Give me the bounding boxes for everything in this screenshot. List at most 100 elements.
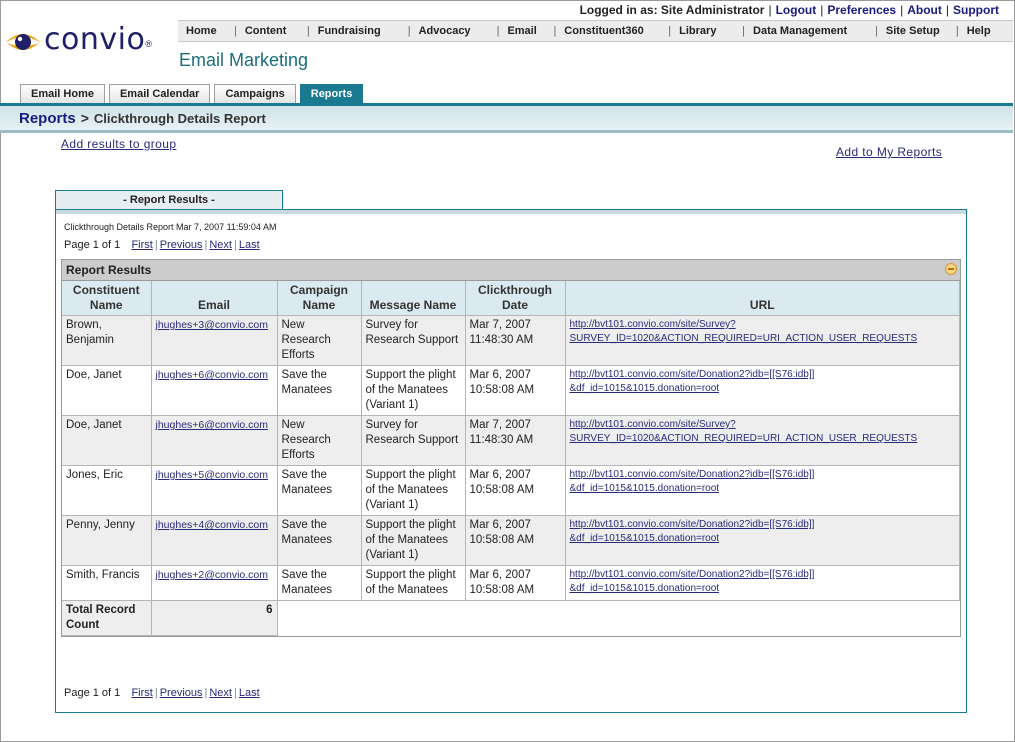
cell-name: Brown, Benjamin [62, 315, 152, 366]
pager-previous-link[interactable]: Previous [160, 687, 203, 699]
cell-message: Survey for Research Support [361, 415, 466, 466]
email-link[interactable]: jhughes+5@convio.com [156, 469, 269, 481]
page-indicator: Page 1 of 1 [64, 687, 121, 699]
logo-eye-icon [5, 34, 41, 50]
nav-home[interactable]: Home [178, 25, 234, 37]
col-constituent-name[interactable]: Constituent Name [62, 281, 152, 316]
pager-next-link[interactable]: Next [209, 687, 232, 699]
cell-email: jhughes+6@convio.com [151, 415, 278, 466]
col-clickthrough-date[interactable]: Clickthrough Date [465, 281, 566, 316]
pager-first-link[interactable]: First [131, 239, 152, 251]
cell-name: Penny, Jenny [62, 515, 152, 566]
breadcrumb: Reports > Clickthrough Details Report [0, 106, 1013, 133]
cell-url: http://bvt101.convio.com/site/Donation2?… [565, 565, 960, 601]
nav-site-setup[interactable]: Site Setup [878, 25, 956, 37]
cell-date: Mar 6, 2007 10:58:08 AM [465, 465, 566, 516]
cell-url: http://bvt101.convio.com/site/Survey? SUR… [565, 415, 960, 466]
collapse-icon[interactable] [945, 263, 957, 275]
table-header-row: Constituent Name Email Campaign Name Mes… [62, 281, 960, 316]
nav-fundraising[interactable]: Fundraising [310, 25, 408, 37]
tab-email-calendar[interactable]: Email Calendar [108, 84, 211, 103]
cell-url: http://bvt101.convio.com/site/Donation2?… [565, 515, 960, 566]
total-record-count-label: Total Record Count [62, 600, 152, 636]
url-link[interactable]: http://bvt101.convio.com/site/Donation2?… [570, 569, 815, 594]
url-link[interactable]: http://bvt101.convio.com/site/Survey? SUR… [570, 319, 918, 344]
email-link[interactable]: jhughes+6@convio.com [156, 369, 269, 381]
cell-name: Smith, Francis [62, 565, 152, 601]
table-row: Brown, Benjamin jhughes+3@convio.com New… [62, 315, 960, 366]
cell-url: http://bvt101.convio.com/site/Donation2?… [565, 365, 960, 416]
pager-last-link[interactable]: Last [239, 687, 260, 699]
breadcrumb-reports-link[interactable]: Reports [19, 110, 76, 127]
preferences-link[interactable]: Preferences [827, 3, 896, 17]
nav-help[interactable]: Help [959, 25, 1005, 37]
breadcrumb-separator: > [80, 110, 89, 126]
cell-campaign: Save the Manatees [277, 365, 362, 416]
main-nav: Home | Content | Fundraising | Advocacy | Em… [178, 20, 1013, 42]
pager-previous-link[interactable]: Previous [160, 239, 203, 251]
nav-data-management[interactable]: Data Management [745, 25, 875, 37]
table-row: Doe, Janet jhughes+6@convio.com New Rese… [62, 415, 960, 466]
cell-message: Support the plight of the Manatees (Vari… [361, 515, 466, 566]
url-link[interactable]: http://bvt101.convio.com/site/Donation2?… [570, 469, 815, 494]
pager-last-link[interactable]: Last [239, 239, 260, 251]
url-link[interactable]: http://bvt101.convio.com/site/Donation2?… [570, 369, 815, 394]
nav-email[interactable]: Email [499, 25, 553, 37]
logged-in-text: Logged in as: Site Administrator [579, 3, 765, 17]
url-link[interactable]: http://bvt101.convio.com/site/Survey? SUR… [570, 419, 918, 444]
section-title: Email Marketing [179, 50, 309, 70]
tab-reports[interactable]: Reports [299, 84, 364, 103]
pager-first-link[interactable]: First [131, 687, 152, 699]
report-table: Constituent Name Email Campaign Name Mes… [62, 281, 960, 636]
convio-logo[interactable]: convio ® [4, 22, 152, 58]
col-campaign-name[interactable]: Campaign Name [277, 281, 362, 316]
col-url[interactable]: URL [565, 281, 960, 316]
cell-name: Doe, Janet [62, 365, 152, 416]
cell-message: Support the plight of the Manatees (Vari… [361, 365, 466, 416]
nav-content[interactable]: Content [237, 25, 307, 37]
nav-library[interactable]: Library [671, 25, 742, 37]
logo-trademark: ® [145, 39, 152, 49]
cell-url: http://bvt101.convio.com/site/Survey? SUR… [565, 315, 960, 366]
report-results-panel: Clickthrough Details Report Mar 7, 2007 … [55, 209, 967, 713]
add-to-my-reports-link[interactable]: Add to My Reports [836, 145, 942, 159]
email-link[interactable]: jhughes+6@convio.com [156, 419, 269, 431]
report-results-tab[interactable]: - Report Results - [55, 190, 283, 209]
page-indicator: Page 1 of 1 [64, 239, 121, 251]
cell-email: jhughes+4@convio.com [151, 515, 278, 566]
report-caption: Clickthrough Details Report Mar 7, 2007 … [64, 222, 277, 232]
breadcrumb-current: Clickthrough Details Report [93, 110, 266, 126]
logout-link[interactable]: Logout [776, 3, 817, 17]
cell-campaign: Save the Manatees [277, 465, 362, 516]
col-email[interactable]: Email [151, 281, 278, 316]
cell-url: http://bvt101.convio.com/site/Donation2?… [565, 465, 960, 516]
about-link[interactable]: About [907, 3, 942, 17]
support-link[interactable]: Support [953, 3, 999, 17]
logo-wordmark: convio [44, 22, 146, 57]
tab-campaigns[interactable]: Campaigns [214, 84, 296, 103]
cell-date: Mar 6, 2007 10:58:08 AM [465, 515, 566, 566]
total-record-count-value: 6 [151, 600, 278, 636]
nav-constituent360[interactable]: Constituent360 [556, 25, 668, 37]
cell-campaign: Save the Manatees [277, 515, 362, 566]
pager-bottom: Page 1 of 1 First | Previous | Next | Last [64, 687, 260, 699]
email-link[interactable]: jhughes+2@convio.com [156, 569, 269, 581]
table-row: Jones, Eric jhughes+5@convio.com Save th… [62, 465, 960, 516]
tab-email-home[interactable]: Email Home [20, 84, 105, 103]
cell-campaign: New Research Efforts [277, 315, 362, 366]
cell-date: Mar 6, 2007 10:58:08 AM [465, 565, 566, 601]
email-link[interactable]: jhughes+4@convio.com [156, 519, 269, 531]
cell-email: jhughes+3@convio.com [151, 315, 278, 366]
table-row: Smith, Francis jhughes+2@convio.com Save… [62, 565, 960, 601]
add-results-to-group-link[interactable]: Add results to group [61, 137, 176, 151]
cell-message: Support the plight of the Manatees (Vari… [361, 465, 466, 516]
table-row: Penny, Jenny jhughes+4@convio.com Save t… [62, 515, 960, 566]
nav-advocacy[interactable]: Advocacy [411, 25, 497, 37]
panel-top-bar [56, 210, 966, 214]
pager-next-link[interactable]: Next [209, 239, 232, 251]
grid-title-text: Report Results [66, 263, 152, 277]
cell-date: Mar 7, 2007 11:48:30 AM [465, 415, 566, 466]
url-link[interactable]: http://bvt101.convio.com/site/Donation2?… [570, 519, 815, 544]
col-message-name[interactable]: Message Name [361, 281, 466, 316]
email-link[interactable]: jhughes+3@convio.com [156, 319, 269, 331]
